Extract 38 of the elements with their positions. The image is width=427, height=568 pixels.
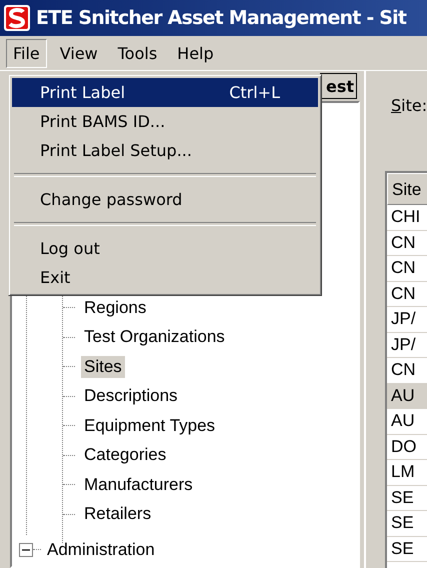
app-logo-icon <box>4 5 30 31</box>
menu-item[interactable]: File <box>6 38 47 68</box>
menu-item[interactable]: Log out <box>12 234 318 263</box>
tree-item[interactable]: Manufacturers <box>81 474 196 496</box>
menu-item[interactable]: Print BAMS ID... <box>12 107 318 136</box>
menu-item[interactable]: Print Label Ctrl+L <box>12 78 318 107</box>
menu-item[interactable]: Help <box>170 38 221 68</box>
tree-item[interactable]: Regions <box>81 296 150 319</box>
table-cell[interactable]: LM <box>387 460 427 486</box>
column-header[interactable]: Site <box>387 173 427 205</box>
menu-item[interactable]: View <box>52 38 105 68</box>
collapse-icon[interactable] <box>19 542 33 557</box>
table-cell[interactable]: SE <box>387 486 427 511</box>
tree-item[interactable]: Equipment Types <box>81 414 218 437</box>
table-cell[interactable]: DO <box>387 434 427 460</box>
table-cell[interactable]: CN <box>387 282 427 307</box>
menu-item[interactable]: Exit <box>12 263 318 292</box>
site-label: Site: <box>391 96 427 115</box>
table-cell[interactable]: AU <box>387 409 427 434</box>
table-cell[interactable]: AU <box>387 384 427 409</box>
table-cell[interactable]: CHI <box>387 205 427 230</box>
tree-item[interactable]: Sites <box>81 356 125 378</box>
table-cell[interactable]: CN <box>387 230 427 256</box>
tree-item[interactable]: Test Organizations <box>81 326 228 348</box>
window-title: ETE Snitcher Asset Management - Sit <box>36 7 406 29</box>
tree-item[interactable]: Descriptions <box>81 385 181 408</box>
toolbar-button[interactable]: est <box>320 73 357 99</box>
menu-item[interactable]: Change password <box>12 185 318 214</box>
table-cell[interactable]: JP/ <box>387 332 427 358</box>
table-cell[interactable]: JP/ <box>387 307 427 332</box>
table-cell[interactable]: SE <box>387 536 427 562</box>
table-cell[interactable]: CN <box>387 256 427 282</box>
tree-item[interactable]: Categories <box>81 444 170 466</box>
menu-item[interactable]: Tools <box>110 38 164 68</box>
tree-item[interactable]: Administration <box>44 538 158 561</box>
menu-item[interactable]: Print Label Setup... <box>12 136 318 165</box>
tree-item[interactable]: Retailers <box>81 503 154 526</box>
table-cell[interactable]: SE <box>387 511 427 536</box>
